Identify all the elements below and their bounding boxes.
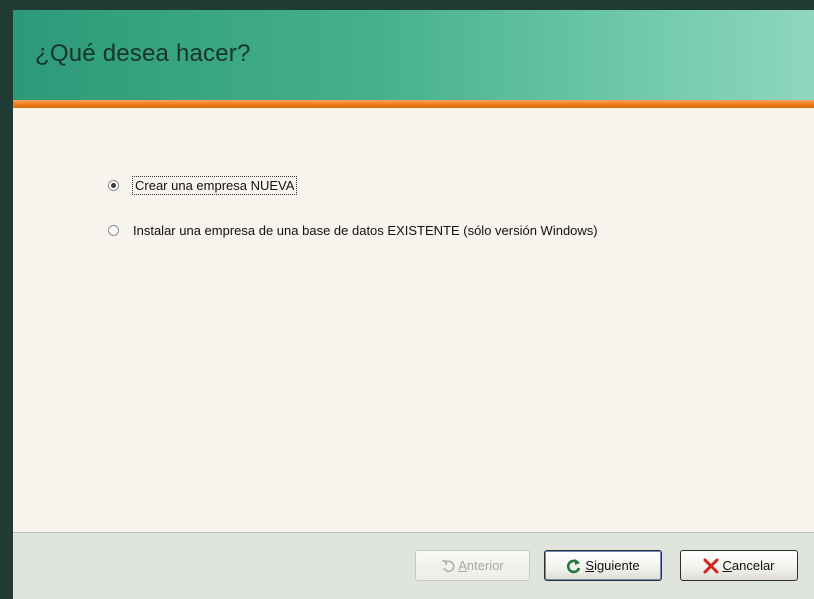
red-x-icon	[703, 558, 719, 574]
wizard-content	[13, 108, 814, 532]
cancel-button[interactable]: Cancelar	[680, 550, 798, 581]
next-button-label: Siguiente	[585, 558, 640, 573]
radio-button-unselected[interactable]	[108, 224, 119, 236]
next-button[interactable]: Siguiente	[544, 550, 662, 581]
option-label[interactable]: Instalar una empresa de una base de dato…	[133, 223, 598, 238]
refresh-arrow-icon	[566, 558, 582, 574]
radio-button-selected[interactable]	[108, 179, 119, 191]
option-install-existing-company[interactable]: Instalar una empresa de una base de dato…	[108, 220, 598, 240]
page-title: ¿Qué desea hacer?	[35, 40, 251, 67]
undo-arrow-icon	[441, 559, 455, 573]
option-create-new-company[interactable]: Crear una empresa NUEVA	[108, 175, 298, 195]
window-frame-left	[0, 0, 13, 599]
option-label[interactable]: Crear una empresa NUEVA	[131, 175, 298, 195]
previous-button-label: Anterior	[458, 558, 504, 573]
wizard-window: ¿Qué desea hacer? Crear una empresa NUEV…	[0, 0, 814, 599]
window-frame-top	[0, 0, 814, 10]
wizard-header: ¿Qué desea hacer?	[13, 10, 814, 100]
cancel-button-label: Cancelar	[722, 558, 775, 573]
header-accent-bar	[13, 100, 814, 108]
previous-button[interactable]: Anterior	[415, 550, 530, 581]
